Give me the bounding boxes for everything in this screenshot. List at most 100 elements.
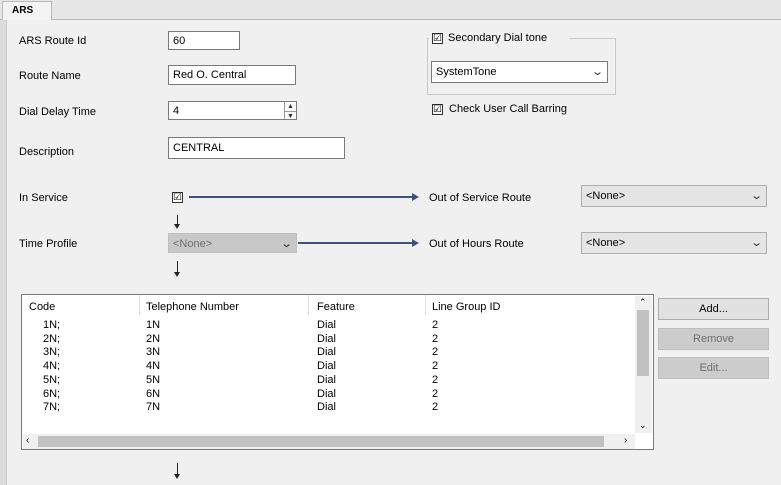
- spin-down-icon[interactable]: ▼: [285, 111, 296, 119]
- line-group-cell: 2: [432, 373, 439, 386]
- feature-cell: Dial: [317, 346, 336, 359]
- table-row[interactable]: 1N; 1N Dial 2: [22, 318, 634, 332]
- in-service-flow-line: [189, 196, 413, 198]
- tab-ars[interactable]: ARS: [2, 1, 52, 20]
- horizontal-scrollbar[interactable]: ‹ ›: [23, 434, 635, 449]
- flow-down-line: [177, 215, 178, 224]
- column-divider[interactable]: [139, 295, 140, 315]
- time-profile-select[interactable]: <None> ⌄: [168, 233, 297, 253]
- route-table[interactable]: Code Telephone Number Feature Line Group…: [21, 294, 654, 450]
- line-group-cell: 2: [432, 346, 439, 359]
- telephone-cell: 2N: [146, 332, 161, 345]
- flow-down-line: [177, 261, 178, 272]
- chevron-down-icon: ⌄: [749, 190, 763, 202]
- out-of-service-select[interactable]: <None> ⌄: [581, 185, 767, 207]
- route-name-input[interactable]: Red O. Central: [168, 65, 296, 85]
- code-cell: 1N;: [43, 319, 61, 331]
- left-edge: [0, 20, 7, 485]
- code-cell: 5N;: [43, 373, 61, 386]
- description-input[interactable]: CENTRAL: [168, 137, 345, 159]
- code-cell: 4N;: [43, 360, 61, 373]
- out-of-hours-label: Out of Hours Route: [429, 238, 524, 250]
- telephone-cell: 5N: [146, 373, 161, 386]
- dial-delay-value: 4: [173, 105, 180, 117]
- line-group-cell: 2: [432, 401, 439, 414]
- chevron-down-icon: ⌄: [749, 237, 763, 249]
- arrow-down-icon: [174, 474, 180, 479]
- scrollbar-thumb[interactable]: [637, 310, 649, 376]
- column-divider[interactable]: [425, 295, 426, 315]
- out-of-hours-value: <None>: [586, 237, 626, 249]
- out-of-hours-select[interactable]: <None> ⌄: [581, 232, 767, 254]
- time-profile-value: <None>: [173, 238, 213, 250]
- table-row[interactable]: 6N; 6N Dial 2: [22, 387, 634, 401]
- line-group-cell: 2: [432, 387, 439, 400]
- code-cell: 2N;: [43, 332, 61, 345]
- route-name-label: Route Name: [19, 70, 81, 82]
- telephone-cell: 3N: [146, 346, 161, 359]
- add-button[interactable]: Add...: [658, 298, 769, 320]
- column-header-telephone[interactable]: Telephone Number: [146, 300, 239, 314]
- route-id-label: ARS Route Id: [19, 35, 87, 47]
- spin-buttons[interactable]: ▲ ▼: [284, 102, 296, 119]
- chevron-down-icon: ⌄: [590, 66, 604, 78]
- telephone-cell: 7N: [146, 401, 161, 414]
- code-cell: 6N;: [43, 387, 61, 400]
- telephone-cell: 6N: [146, 387, 161, 400]
- line-group-cell: 2: [432, 319, 439, 331]
- column-divider[interactable]: [308, 295, 309, 315]
- feature-cell: Dial: [317, 373, 336, 386]
- scroll-right-icon[interactable]: ›: [624, 435, 627, 447]
- remove-button[interactable]: Remove: [658, 328, 769, 350]
- spin-up-icon[interactable]: ▲: [285, 102, 296, 111]
- call-barring-checkbox[interactable]: ☑: [432, 104, 443, 115]
- telephone-cell: 4N: [146, 360, 161, 373]
- in-service-checkbox[interactable]: ☑: [172, 192, 183, 203]
- edit-button[interactable]: Edit...: [658, 357, 769, 379]
- line-group-cell: 2: [432, 360, 439, 373]
- in-service-label: In Service: [19, 192, 68, 204]
- time-profile-label: Time Profile: [19, 238, 78, 250]
- chevron-down-icon: ⌄: [279, 238, 293, 250]
- tab-strip: [0, 0, 781, 20]
- arrow-right-icon: [412, 193, 419, 201]
- out-of-service-label: Out of Service Route: [429, 192, 532, 204]
- table-row[interactable]: 5N; 5N Dial 2: [22, 373, 634, 387]
- arrow-down-icon: [174, 224, 180, 229]
- dial-tone-value: SystemTone: [436, 66, 497, 78]
- dial-delay-label: Dial Delay Time: [19, 106, 97, 118]
- column-header-line-group[interactable]: Line Group ID: [432, 300, 500, 314]
- feature-cell: Dial: [317, 401, 336, 414]
- description-label: Description: [19, 146, 75, 158]
- scroll-left-icon[interactable]: ‹: [26, 435, 29, 447]
- dial-delay-stepper[interactable]: 4 ▲ ▼: [168, 101, 297, 120]
- scrollbar-thumb[interactable]: [38, 436, 604, 447]
- code-cell: 3N;: [43, 346, 61, 359]
- scroll-up-icon[interactable]: ⌃: [639, 297, 647, 307]
- route-id-input[interactable]: 60: [168, 31, 240, 50]
- out-of-service-value: <None>: [586, 190, 626, 202]
- telephone-cell: 1N: [146, 319, 161, 331]
- line-group-cell: 2: [432, 332, 439, 345]
- dial-tone-select[interactable]: SystemTone ⌄: [431, 61, 608, 83]
- code-cell: 7N;: [43, 401, 61, 414]
- flow-down-line: [177, 463, 178, 474]
- table-row[interactable]: 3N; 3N Dial 2: [22, 345, 634, 359]
- table-row[interactable]: 7N; 7N Dial 2: [22, 400, 634, 414]
- secondary-dial-tone-label: Secondary Dial tone: [448, 32, 548, 44]
- arrow-right-icon: [412, 239, 419, 247]
- feature-cell: Dial: [317, 319, 336, 331]
- call-barring-label: Check User Call Barring: [449, 103, 567, 115]
- arrow-down-icon: [174, 272, 180, 277]
- feature-cell: Dial: [317, 360, 336, 373]
- feature-cell: Dial: [317, 387, 336, 400]
- secondary-dial-tone-checkbox[interactable]: ☑: [432, 33, 443, 44]
- table-row[interactable]: 4N; 4N Dial 2: [22, 359, 634, 373]
- time-profile-flow-line: [298, 242, 413, 244]
- column-header-feature[interactable]: Feature: [317, 300, 355, 314]
- vertical-scrollbar[interactable]: ⌃ ⌄: [635, 296, 652, 433]
- table-row[interactable]: 2N; 2N Dial 2: [22, 332, 634, 346]
- scroll-down-icon[interactable]: ⌄: [639, 420, 647, 430]
- group-caption: ☑ Secondary Dial tone: [429, 30, 569, 46]
- column-header-code[interactable]: Code: [29, 300, 55, 314]
